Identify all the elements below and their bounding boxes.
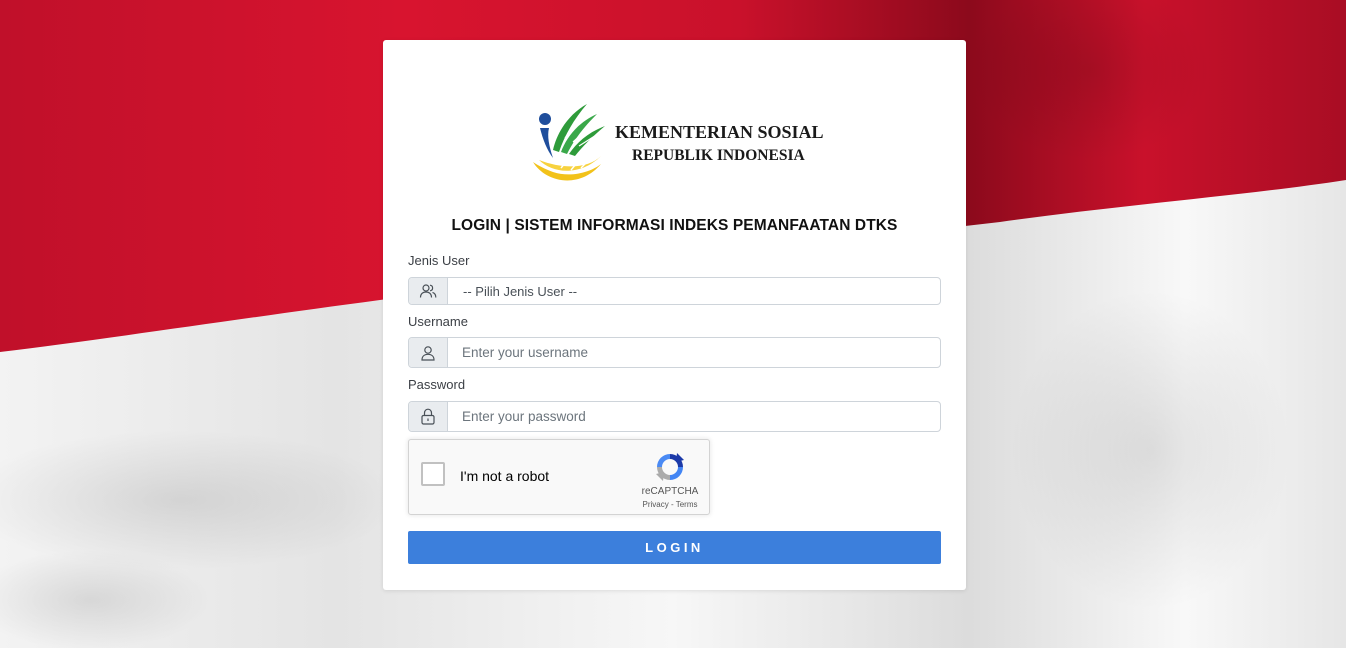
recaptcha-label: I'm not a robot [460, 468, 550, 484]
recaptcha-links: Privacy - Terms [635, 500, 705, 509]
recaptcha-brand: reCAPTCHA [641, 486, 699, 497]
user-icon [421, 345, 435, 361]
ministry-logo: KEMENTERIAN SOSIAL REPUBLIK INDONESIA [531, 102, 824, 188]
lock-icon-addon [409, 402, 448, 431]
password-label: Password [408, 377, 466, 392]
user-type-selected: -- Pilih Jenis User -- [463, 283, 578, 299]
user-type-select[interactable]: -- Pilih Jenis User -- [408, 277, 941, 305]
user-icon-addon [409, 338, 448, 367]
recaptcha-checkbox[interactable] [421, 462, 445, 486]
password-field-group [408, 401, 941, 432]
login-card: KEMENTERIAN SOSIAL REPUBLIK INDONESIA LO… [383, 40, 966, 590]
recaptcha-terms-link[interactable]: Terms [676, 500, 698, 509]
users-icon [419, 284, 437, 298]
lock-icon [421, 408, 435, 425]
username-input[interactable] [448, 338, 940, 367]
recaptcha-privacy-link[interactable]: Privacy [643, 500, 669, 509]
page-title: LOGIN | SISTEM INFORMASI INDEKS PEMANFAA… [451, 217, 898, 234]
username-field-group [408, 337, 941, 368]
kemensos-emblem-icon [533, 104, 605, 181]
recaptcha-widget: I'm not a robot reCAPTCHA Privacy - Term… [408, 439, 710, 515]
login-button[interactable]: LOGIN [408, 531, 941, 564]
recaptcha-link-separator: - [668, 500, 676, 509]
org-name: KEMENTERIAN SOSIAL [615, 122, 824, 142]
username-label: Username [408, 314, 468, 329]
org-subtitle: REPUBLIK INDONESIA [632, 147, 805, 164]
users-icon-addon [409, 278, 448, 304]
user-type-label: Jenis User [408, 253, 470, 268]
recaptcha-logo-icon [656, 453, 684, 481]
password-input[interactable] [448, 402, 940, 431]
